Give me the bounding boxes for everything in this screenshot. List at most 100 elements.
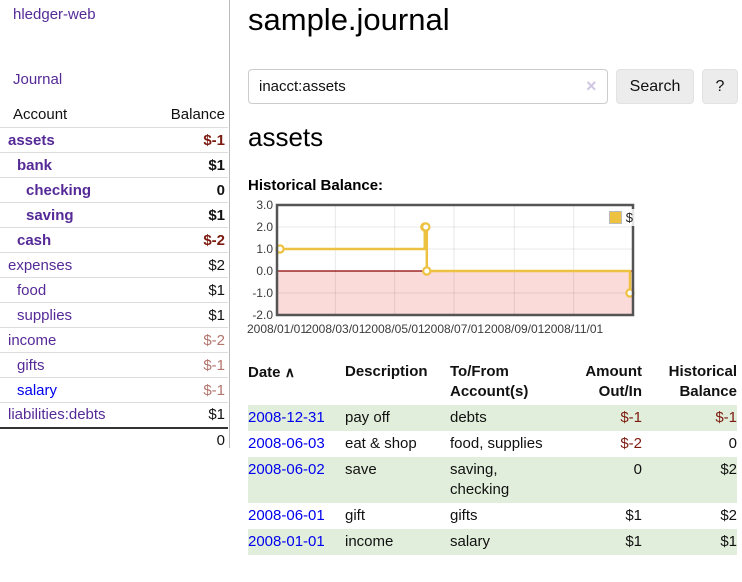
account-row: assets $-1	[0, 128, 228, 153]
register-row: 2008-06-03 eat & shopfood, supplies$-20	[248, 431, 737, 457]
account-row: cash $-2	[0, 228, 228, 253]
account-balance: $-2	[148, 228, 228, 253]
y-axis-tick: 0.0	[240, 264, 273, 278]
app-title-link[interactable]: hledger-web	[13, 6, 96, 23]
legend-swatch-icon	[609, 211, 622, 224]
transaction-amount: 0	[560, 457, 642, 503]
transaction-description: gift	[345, 503, 450, 529]
register-header-amount: Amount Out/In	[560, 360, 642, 405]
x-axis-tick: 2008/01/01	[242, 322, 312, 336]
x-axis-tick: 2008/03/01	[300, 322, 370, 336]
register-header-description: Description	[345, 360, 450, 405]
y-axis-tick: 3.0	[240, 198, 273, 212]
clear-search-icon[interactable]: ×	[586, 76, 597, 97]
transaction-date-link[interactable]: 2008-06-02	[248, 461, 325, 478]
accounts-table: Account Balance assets$-1bank$1checking0…	[0, 102, 228, 453]
sidebar-item-journal[interactable]: Journal	[13, 71, 62, 88]
transaction-amount: $-1	[560, 405, 642, 431]
transaction-accounts: saving, checking	[450, 457, 560, 503]
account-link-food[interactable]: food	[17, 282, 46, 299]
transaction-amount: $1	[560, 529, 642, 555]
transaction-date-link[interactable]: 2008-06-03	[248, 435, 325, 452]
transaction-description: pay off	[345, 405, 450, 431]
transaction-date-link[interactable]: 2008-01-01	[248, 533, 325, 550]
account-row: bank $1	[0, 153, 228, 178]
transaction-balance: $1	[642, 529, 737, 555]
register-header-accounts: To/From Account(s)	[450, 360, 560, 405]
account-row: saving $1	[0, 203, 228, 228]
account-link-bank[interactable]: bank	[17, 157, 52, 174]
register-header-date[interactable]: Date ∧	[248, 360, 345, 405]
account-link-checking[interactable]: checking	[26, 182, 91, 199]
account-balance: $1	[148, 153, 228, 178]
date-header-label: Date	[248, 364, 281, 381]
x-axis-tick: 2008/11/01	[539, 322, 609, 336]
register-row: 2008-12-31pay offdebts$-1$-1	[248, 405, 737, 431]
transaction-description: save	[345, 457, 450, 503]
account-link-supplies[interactable]: supplies	[17, 307, 72, 324]
transaction-accounts: food, supplies	[450, 431, 560, 457]
account-balance: $1	[148, 303, 228, 328]
account-balance: $1	[148, 403, 228, 428]
account-link-expenses[interactable]: expenses	[8, 257, 72, 274]
register-table: Date ∧ Description To/From Account(s) Am…	[248, 360, 737, 555]
transaction-amount: $-2	[560, 431, 642, 457]
transaction-accounts: debts	[450, 405, 560, 431]
account-row: gifts $-1	[0, 353, 228, 378]
help-button[interactable]: ?	[702, 69, 738, 104]
chart-plot-area[interactable]	[240, 202, 644, 324]
account-row: expenses $2	[0, 253, 228, 278]
account-row: income $-2	[0, 328, 228, 353]
transaction-accounts: salary	[450, 529, 560, 555]
search-button[interactable]: Search	[616, 69, 694, 104]
chart-title-label: Historical Balance:	[248, 177, 383, 194]
transaction-description: income	[345, 529, 450, 555]
search-input[interactable]	[248, 69, 608, 104]
y-axis-tick: -2.0	[240, 308, 273, 322]
transaction-balance: $-1	[642, 405, 737, 431]
y-axis-tick: -1.0	[240, 286, 273, 300]
page-title: sample.journal	[248, 2, 450, 38]
transaction-amount: $1	[560, 503, 642, 529]
transaction-balance: 0	[642, 431, 737, 457]
account-balance: 0	[148, 178, 228, 203]
account-heading: assets	[248, 122, 323, 153]
transaction-description: eat & shop	[345, 431, 450, 457]
account-balance: $1	[148, 278, 228, 303]
sidebar: hledger-web Journal Account Balance asse…	[0, 0, 230, 448]
account-balance: $1	[148, 203, 228, 228]
register-row: 2008-06-01giftgifts$1$2	[248, 503, 737, 529]
transaction-date-link[interactable]: 2008-06-01	[248, 507, 325, 524]
register-row: 2008-01-01incomesalary$1$1	[248, 529, 737, 555]
accounts-header-balance: Balance	[148, 102, 228, 128]
account-balance: $-1	[148, 128, 228, 153]
account-link-gifts[interactable]: gifts	[17, 357, 45, 374]
accounts-total-value: 0	[148, 428, 228, 453]
account-link-liabilities-debts[interactable]: liabilities:debts	[8, 406, 106, 423]
historical-balance-chart: 3.02.01.00.0-1.0-2.0 2008/01/012008/03/0…	[240, 202, 644, 350]
account-row: liabilities:debts $1	[0, 403, 228, 428]
register-table-header: Date ∧ Description To/From Account(s) Am…	[248, 360, 737, 405]
transaction-date-link[interactable]: 2008-12-31	[248, 409, 325, 426]
chart-legend: $	[607, 209, 635, 226]
account-link-cash[interactable]: cash	[17, 232, 51, 249]
y-axis-tick: 1.0	[240, 242, 273, 256]
accounts-total-row: 0	[0, 428, 228, 453]
transaction-balance: $2	[642, 503, 737, 529]
x-axis-tick: 2008/05/01	[360, 322, 430, 336]
x-axis-tick: 2008/09/01	[479, 322, 549, 336]
account-balance: $2	[148, 253, 228, 278]
account-balance: $-1	[148, 353, 228, 378]
account-row: checking 0	[0, 178, 228, 203]
hledger-web-app: hledger-web Journal Account Balance asse…	[0, 0, 742, 582]
register-row: 2008-06-02savesaving, checking0$2	[248, 457, 737, 503]
account-link-income[interactable]: income	[8, 332, 56, 349]
account-balance: $-1	[148, 378, 228, 403]
account-balance: $-2	[148, 328, 228, 353]
sort-ascending-icon[interactable]: ∧	[285, 364, 295, 380]
legend-series-label: $	[626, 210, 633, 225]
y-axis-tick: 2.0	[240, 220, 273, 234]
account-link-saving[interactable]: saving	[26, 207, 74, 224]
account-link-assets[interactable]: assets	[8, 132, 55, 149]
account-link-salary[interactable]: salary	[17, 382, 57, 399]
